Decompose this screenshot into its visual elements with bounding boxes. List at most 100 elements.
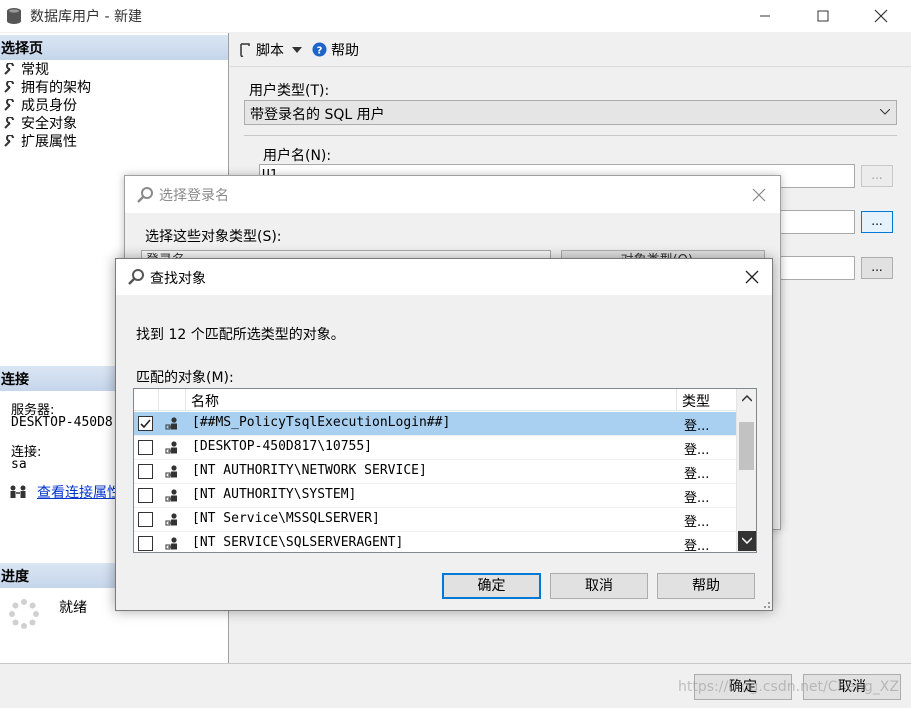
title-bar: 数据库用户 - 新建: [0, 0, 911, 32]
matched-objects-label: 匹配的对象(M):: [136, 370, 234, 386]
select-page-header: 选择页: [0, 35, 228, 60]
login-user-icon: [164, 512, 180, 532]
login-user-icon: [164, 440, 180, 460]
help-button[interactable]: ? 帮助: [312, 40, 359, 60]
row-checkbox[interactable]: [138, 464, 153, 479]
scroll-thumb[interactable]: [739, 422, 754, 470]
server-value: DESKTOP-450D8: [11, 415, 113, 430]
search-icon: [137, 187, 153, 203]
connection-properties-icon: [10, 485, 26, 498]
maximize-button[interactable]: [800, 0, 846, 32]
schema-browse-button[interactable]: ...: [861, 257, 893, 279]
find-dialog-titlebar: 查找对象: [116, 259, 772, 295]
header-type[interactable]: 类型: [677, 389, 736, 411]
list-item[interactable]: [NT AUTHORITY\NETWORK SERVICE] 登...: [134, 460, 736, 484]
view-connection-link[interactable]: 查看连接属性: [37, 482, 121, 502]
find-ok-button[interactable]: 确定: [442, 573, 541, 599]
object-types-label: 选择这些对象类型(S):: [145, 229, 282, 245]
find-dialog-close-button[interactable]: [740, 265, 764, 289]
scroll-up-icon[interactable]: [742, 395, 752, 402]
list-item[interactable]: [NT SERVICE\SQLSERVERAGENT] 登...: [134, 532, 736, 552]
username-label: 用户名(N):: [263, 148, 332, 164]
watermark: https://blog.csdn.net/Cheng_XZ: [678, 679, 899, 695]
toolbar: 脚本 ? 帮助: [230, 33, 911, 67]
login-user-icon: [164, 536, 180, 552]
row-name: [##MS_PolicyTsqlExecutionLogin##]: [192, 415, 451, 430]
close-icon: [874, 9, 888, 23]
list-header: 名称 类型: [134, 389, 736, 411]
login-user-icon: [164, 416, 180, 436]
find-cancel-button[interactable]: 取消: [550, 573, 648, 599]
row-checkbox[interactable]: [138, 536, 153, 551]
wrench-icon: [4, 116, 14, 129]
page-item-general[interactable]: 常规: [3, 60, 49, 78]
maximize-icon: [817, 10, 829, 22]
matched-objects-list[interactable]: 名称 类型 [##MS_PolicyTsqlExecutionLogin##] 登…: [133, 388, 757, 553]
list-item[interactable]: [NT Service\MSSQLSERVER] 登...: [134, 508, 736, 532]
checkmark-icon: [140, 419, 151, 429]
row-checkbox[interactable]: [138, 512, 153, 527]
chevron-down-icon: [880, 109, 890, 115]
list-item[interactable]: [NT AUTHORITY\SYSTEM] 登...: [134, 484, 736, 508]
minimize-button[interactable]: [742, 0, 788, 32]
scroll-down-icon: [742, 537, 752, 544]
separator: [244, 135, 897, 136]
progress-status: 就绪: [59, 600, 87, 616]
window-title: 数据库用户 - 新建: [30, 9, 142, 25]
row-checkbox[interactable]: [138, 488, 153, 503]
row-name: [NT AUTHORITY\SYSTEM]: [192, 487, 357, 502]
wrench-icon: [4, 80, 14, 93]
minimize-icon: [760, 15, 770, 17]
page-item-membership[interactable]: 成员身份: [3, 96, 77, 114]
vertical-scrollbar[interactable]: [736, 389, 756, 552]
header-icon-column: [159, 389, 186, 411]
header-checkbox-column: [134, 389, 159, 411]
page-item-securables[interactable]: 安全对象: [3, 114, 77, 132]
row-checkbox[interactable]: [138, 440, 153, 455]
help-icon: ?: [312, 42, 327, 57]
page-item-label: 拥有的架构: [21, 80, 91, 96]
page-item-label: 成员身份: [21, 98, 77, 114]
wrench-icon: [4, 134, 14, 147]
header-name[interactable]: 名称: [186, 389, 677, 411]
login-dialog-title: 选择登录名: [159, 188, 229, 204]
default-schema-input[interactable]: [775, 256, 855, 280]
svg-text:?: ?: [317, 46, 323, 57]
scroll-down-button[interactable]: [738, 531, 756, 551]
page-item-extended-properties[interactable]: 扩展属性: [3, 132, 77, 150]
wrench-icon: [4, 62, 14, 75]
user-type-label: 用户类型(T):: [249, 83, 330, 99]
close-icon: [745, 270, 759, 284]
login-user-icon: [164, 464, 180, 484]
find-dialog-title: 查找对象: [150, 271, 206, 287]
list-item[interactable]: [##MS_PolicyTsqlExecutionLogin##] 登...: [134, 412, 736, 436]
row-type: 登...: [684, 443, 710, 458]
find-objects-dialog: 查找对象 找到 12 个匹配所选类型的对象。 匹配的对象(M): 名称 类型 […: [115, 258, 773, 611]
page-item-label: 扩展属性: [21, 134, 77, 150]
close-icon[interactable]: [752, 188, 766, 202]
page-item-label: 安全对象: [21, 116, 77, 132]
search-icon: [128, 269, 144, 285]
page-item-label: 常规: [21, 62, 49, 78]
progress-spinner-icon: [9, 599, 39, 629]
view-connection-properties[interactable]: 查看连接属性: [9, 482, 121, 502]
user-type-value: 带登录名的 SQL 用户: [250, 107, 385, 123]
find-help-button[interactable]: 帮助: [657, 573, 755, 599]
row-name: [NT Service\MSSQLSERVER]: [192, 511, 380, 526]
login-browse-button[interactable]: ...: [861, 211, 893, 233]
row-name: [NT AUTHORITY\NETWORK SERVICE]: [192, 463, 427, 478]
row-name: [NT SERVICE\SQLSERVERAGENT]: [192, 535, 404, 550]
user-type-select[interactable]: 带登录名的 SQL 用户: [244, 100, 897, 125]
username-browse-button[interactable]: ...: [861, 165, 893, 187]
close-button[interactable]: [858, 0, 904, 32]
connection-value: sa: [11, 457, 27, 472]
list-item[interactable]: [DESKTOP-450D817\10755] 登...: [134, 436, 736, 460]
login-name-input[interactable]: [775, 210, 855, 234]
page-item-owned-schemas[interactable]: 拥有的架构: [3, 78, 91, 96]
row-type: 登...: [684, 515, 710, 530]
bottom-bar: 确定 取消 https://blog.csdn.net/Cheng_XZ: [0, 663, 911, 708]
row-checkbox[interactable]: [138, 416, 153, 431]
script-button[interactable]: 脚本: [238, 40, 302, 60]
found-message: 找到 12 个匹配所选类型的对象。: [136, 327, 345, 343]
resize-grip-icon[interactable]: [764, 602, 770, 608]
